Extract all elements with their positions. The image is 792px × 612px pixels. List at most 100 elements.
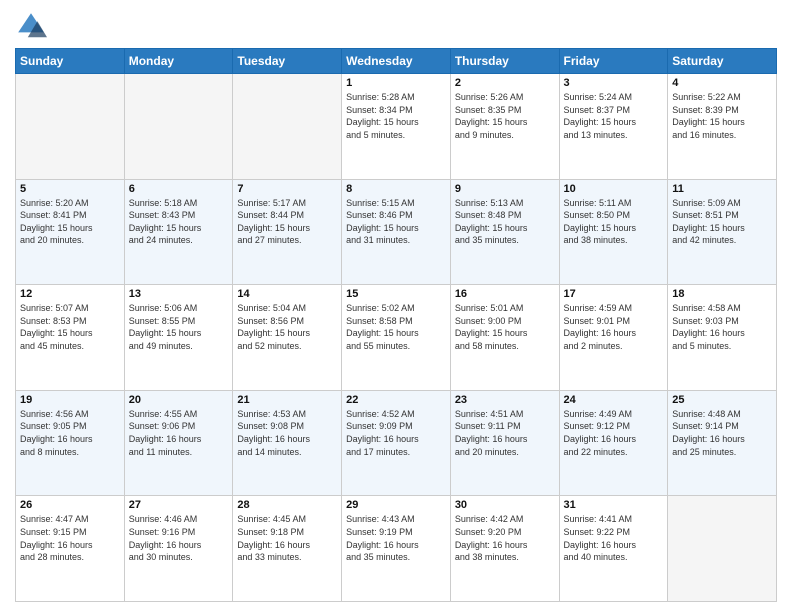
day-number: 10 [564,183,664,195]
day-number: 19 [20,394,120,406]
day-info: Sunrise: 4:52 AM Sunset: 9:09 PM Dayligh… [346,408,446,458]
day-number: 18 [672,288,772,300]
day-number: 5 [20,183,120,195]
day-number: 27 [129,499,229,511]
calendar-cell: 31Sunrise: 4:41 AM Sunset: 9:22 PM Dayli… [559,496,668,602]
calendar-cell: 10 Sunrise: 5:11 AM Sunset: 8:50 PM Dayli… [559,179,668,285]
calendar-week-2: 5 Sunrise: 5:20 AM Sunset: 8:41 PM Daylig… [16,179,777,285]
day-number: 12 [20,288,120,300]
day-info: Sunrise: 4:49 AM Sunset: 9:12 PM Dayligh… [564,408,664,458]
calendar-table: SundayMondayTuesdayWednesdayThursdayFrid… [15,48,777,602]
day-info: Sunrise: 5:18 AM Sunset: 8:43 PM Dayligh… [129,197,229,247]
calendar-cell [668,496,777,602]
calendar-cell: 6 Sunrise: 5:18 AM Sunset: 8:43 PM Daylig… [124,179,233,285]
day-info: Sunrise: 5:07 AM Sunset: 8:53 PM Dayligh… [20,302,120,352]
day-number: 30 [455,499,555,511]
day-info: Sunrise: 5:26 AM Sunset: 8:35 PM Dayligh… [455,91,555,141]
day-number: 24 [564,394,664,406]
day-number: 4 [672,77,772,89]
calendar-cell: 30Sunrise: 4:42 AM Sunset: 9:20 PM Dayli… [450,496,559,602]
calendar-cell: 29 Sunrise: 4:43 AM Sunset: 9:19 PM Dayli… [342,496,451,602]
day-info: Sunrise: 4:41 AM Sunset: 9:22 PM Dayligh… [564,513,664,563]
calendar-cell: 22 Sunrise: 4:52 AM Sunset: 9:09 PM Dayli… [342,390,451,496]
day-info: Sunrise: 4:43 AM Sunset: 9:19 PM Dayligh… [346,513,446,563]
calendar-cell: 5 Sunrise: 5:20 AM Sunset: 8:41 PM Daylig… [16,179,125,285]
calendar-header-saturday: Saturday [668,49,777,74]
day-number: 25 [672,394,772,406]
day-number: 13 [129,288,229,300]
day-info: Sunrise: 5:09 AM Sunset: 8:51 PM Dayligh… [672,197,772,247]
day-info: Sunrise: 5:01 AM Sunset: 9:00 PM Dayligh… [455,302,555,352]
calendar-cell: 14 Sunrise: 5:04 AM Sunset: 8:56 PM Dayli… [233,285,342,391]
day-info: Sunrise: 4:46 AM Sunset: 9:16 PM Dayligh… [129,513,229,563]
calendar-header-sunday: Sunday [16,49,125,74]
calendar-cell: 13 Sunrise: 5:06 AM Sunset: 8:55 PM Dayli… [124,285,233,391]
calendar-cell: 3 Sunrise: 5:24 AM Sunset: 8:37 PM Daylig… [559,74,668,180]
page: SundayMondayTuesdayWednesdayThursdayFrid… [0,0,792,612]
day-info: Sunrise: 5:06 AM Sunset: 8:55 PM Dayligh… [129,302,229,352]
day-number: 2 [455,77,555,89]
calendar-header-row: SundayMondayTuesdayWednesdayThursdayFrid… [16,49,777,74]
day-number: 20 [129,394,229,406]
calendar-week-1: 1Sunrise: 5:28 AM Sunset: 8:34 PM Daylig… [16,74,777,180]
calendar-cell: 2 Sunrise: 5:26 AM Sunset: 8:35 PM Daylig… [450,74,559,180]
day-info: Sunrise: 5:02 AM Sunset: 8:58 PM Dayligh… [346,302,446,352]
calendar-cell: 25 Sunrise: 4:48 AM Sunset: 9:14 PM Dayli… [668,390,777,496]
day-number: 21 [237,394,337,406]
day-number: 23 [455,394,555,406]
calendar-cell: 24 Sunrise: 4:49 AM Sunset: 9:12 PM Dayli… [559,390,668,496]
day-info: Sunrise: 4:51 AM Sunset: 9:11 PM Dayligh… [455,408,555,458]
calendar-week-3: 12 Sunrise: 5:07 AM Sunset: 8:53 PM Dayli… [16,285,777,391]
day-info: Sunrise: 4:58 AM Sunset: 9:03 PM Dayligh… [672,302,772,352]
calendar-cell [233,74,342,180]
day-number: 29 [346,499,446,511]
day-number: 26 [20,499,120,511]
day-info: Sunrise: 4:55 AM Sunset: 9:06 PM Dayligh… [129,408,229,458]
day-info: Sunrise: 5:20 AM Sunset: 8:41 PM Dayligh… [20,197,120,247]
day-number: 1 [346,77,446,89]
day-info: Sunrise: 5:11 AM Sunset: 8:50 PM Dayligh… [564,197,664,247]
calendar-header-thursday: Thursday [450,49,559,74]
day-info: Sunrise: 5:24 AM Sunset: 8:37 PM Dayligh… [564,91,664,141]
day-info: Sunrise: 5:04 AM Sunset: 8:56 PM Dayligh… [237,302,337,352]
day-number: 14 [237,288,337,300]
calendar-header-friday: Friday [559,49,668,74]
calendar-cell: 23 Sunrise: 4:51 AM Sunset: 9:11 PM Dayli… [450,390,559,496]
calendar-cell: 11 Sunrise: 5:09 AM Sunset: 8:51 PM Dayli… [668,179,777,285]
day-number: 6 [129,183,229,195]
calendar-cell: 15 Sunrise: 5:02 AM Sunset: 8:58 PM Dayli… [342,285,451,391]
calendar-cell: 4Sunrise: 5:22 AM Sunset: 8:39 PM Daylig… [668,74,777,180]
day-number: 11 [672,183,772,195]
calendar-cell [16,74,125,180]
calendar-cell: 16 Sunrise: 5:01 AM Sunset: 9:00 PM Dayli… [450,285,559,391]
calendar-cell [124,74,233,180]
calendar-week-4: 19 Sunrise: 4:56 AM Sunset: 9:05 PM Dayli… [16,390,777,496]
day-info: Sunrise: 4:56 AM Sunset: 9:05 PM Dayligh… [20,408,120,458]
header [15,10,777,42]
day-number: 17 [564,288,664,300]
day-number: 3 [564,77,664,89]
day-number: 16 [455,288,555,300]
day-info: Sunrise: 4:47 AM Sunset: 9:15 PM Dayligh… [20,513,120,563]
calendar-cell: 7 Sunrise: 5:17 AM Sunset: 8:44 PM Daylig… [233,179,342,285]
day-number: 7 [237,183,337,195]
calendar-header-monday: Monday [124,49,233,74]
calendar-cell: 19 Sunrise: 4:56 AM Sunset: 9:05 PM Dayli… [16,390,125,496]
calendar-cell: 27 Sunrise: 4:46 AM Sunset: 9:16 PM Dayli… [124,496,233,602]
calendar-cell: 1Sunrise: 5:28 AM Sunset: 8:34 PM Daylig… [342,74,451,180]
day-number: 8 [346,183,446,195]
calendar-cell: 18 Sunrise: 4:58 AM Sunset: 9:03 PM Dayli… [668,285,777,391]
calendar-week-5: 26 Sunrise: 4:47 AM Sunset: 9:15 PM Dayli… [16,496,777,602]
logo [15,10,51,42]
day-info: Sunrise: 5:15 AM Sunset: 8:46 PM Dayligh… [346,197,446,247]
calendar-cell: 8 Sunrise: 5:15 AM Sunset: 8:46 PM Daylig… [342,179,451,285]
day-number: 15 [346,288,446,300]
day-number: 28 [237,499,337,511]
calendar-cell: 21Sunrise: 4:53 AM Sunset: 9:08 PM Dayli… [233,390,342,496]
day-number: 22 [346,394,446,406]
calendar-cell: 17 Sunrise: 4:59 AM Sunset: 9:01 PM Dayli… [559,285,668,391]
day-info: Sunrise: 4:48 AM Sunset: 9:14 PM Dayligh… [672,408,772,458]
calendar-header-wednesday: Wednesday [342,49,451,74]
day-info: Sunrise: 4:59 AM Sunset: 9:01 PM Dayligh… [564,302,664,352]
day-info: Sunrise: 5:17 AM Sunset: 8:44 PM Dayligh… [237,197,337,247]
